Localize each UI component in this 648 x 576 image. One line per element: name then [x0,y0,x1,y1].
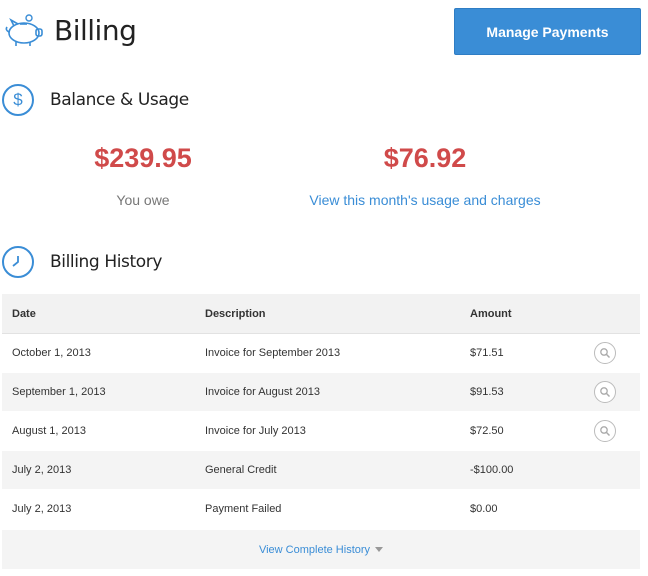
history-section-title: Billing History [50,252,163,272]
row-description: Invoice for September 2013 [205,347,341,359]
page-title: Billing [54,14,137,47]
usage-amount: $76.92 [383,143,467,173]
caret-down-icon [375,547,384,552]
magnifier-icon[interactable] [594,420,616,442]
owe-label: You owe [116,192,170,208]
dollar-icon: $ [2,84,34,116]
view-complete-history-link[interactable]: View Complete History [2,530,640,569]
magnifier-icon[interactable] [594,342,616,364]
row-date: October 1, 2013 [12,347,91,359]
balance-section-header: $ Balance & Usage [0,83,189,117]
row-amount: $71.51 [470,347,504,359]
row-date: September 1, 2013 [12,386,106,398]
table-body: October 1, 2013 Invoice for September 201… [2,334,640,529]
row-description: General Credit [205,464,277,476]
row-actions [570,420,640,442]
table-header: Date Description Amount [2,294,640,334]
row-amount: -$100.00 [470,464,514,476]
owe-amount: $239.95 [94,143,192,173]
row-date: July 2, 2013 [12,464,72,476]
column-date: Date [12,307,36,320]
row-description: Payment Failed [205,503,282,515]
clock-icon [2,246,34,278]
table-row: October 1, 2013 Invoice for September 201… [2,334,640,373]
row-actions [570,342,640,364]
page-header: Billing Manage Payments [0,0,648,64]
row-actions [570,381,640,403]
row-amount: $72.50 [470,425,504,437]
column-description: Description [205,307,266,320]
magnifier-icon[interactable] [594,381,616,403]
view-complete-history-label[interactable]: View Complete History [259,544,370,556]
table-row: September 1, 2013 Invoice for August 2013… [2,373,640,412]
balance-section-title: Balance & Usage [50,90,189,110]
table-row: July 2, 2013 General Credit -$100.00 [2,451,640,490]
billing-history-table: Date Description Amount October 1, 2013 I… [2,294,640,569]
row-description: Invoice for July 2013 [205,425,306,437]
row-date: July 2, 2013 [12,503,72,515]
row-amount: $0.00 [470,503,498,515]
manage-payments-button[interactable]: Manage Payments [454,8,641,55]
row-description: Invoice for August 2013 [205,386,320,398]
usage-charges-link[interactable]: View this month's usage and charges [275,192,575,208]
table-row: August 1, 2013 Invoice for July 2013 $72.5… [2,412,640,451]
piggy-bank-icon [5,14,43,46]
column-amount: Amount [470,307,512,320]
row-date: August 1, 2013 [12,425,87,437]
history-section-header: Billing History [0,245,162,279]
row-amount: $91.53 [470,386,504,398]
table-row: July 2, 2013 Payment Failed $0.00 [2,490,640,529]
